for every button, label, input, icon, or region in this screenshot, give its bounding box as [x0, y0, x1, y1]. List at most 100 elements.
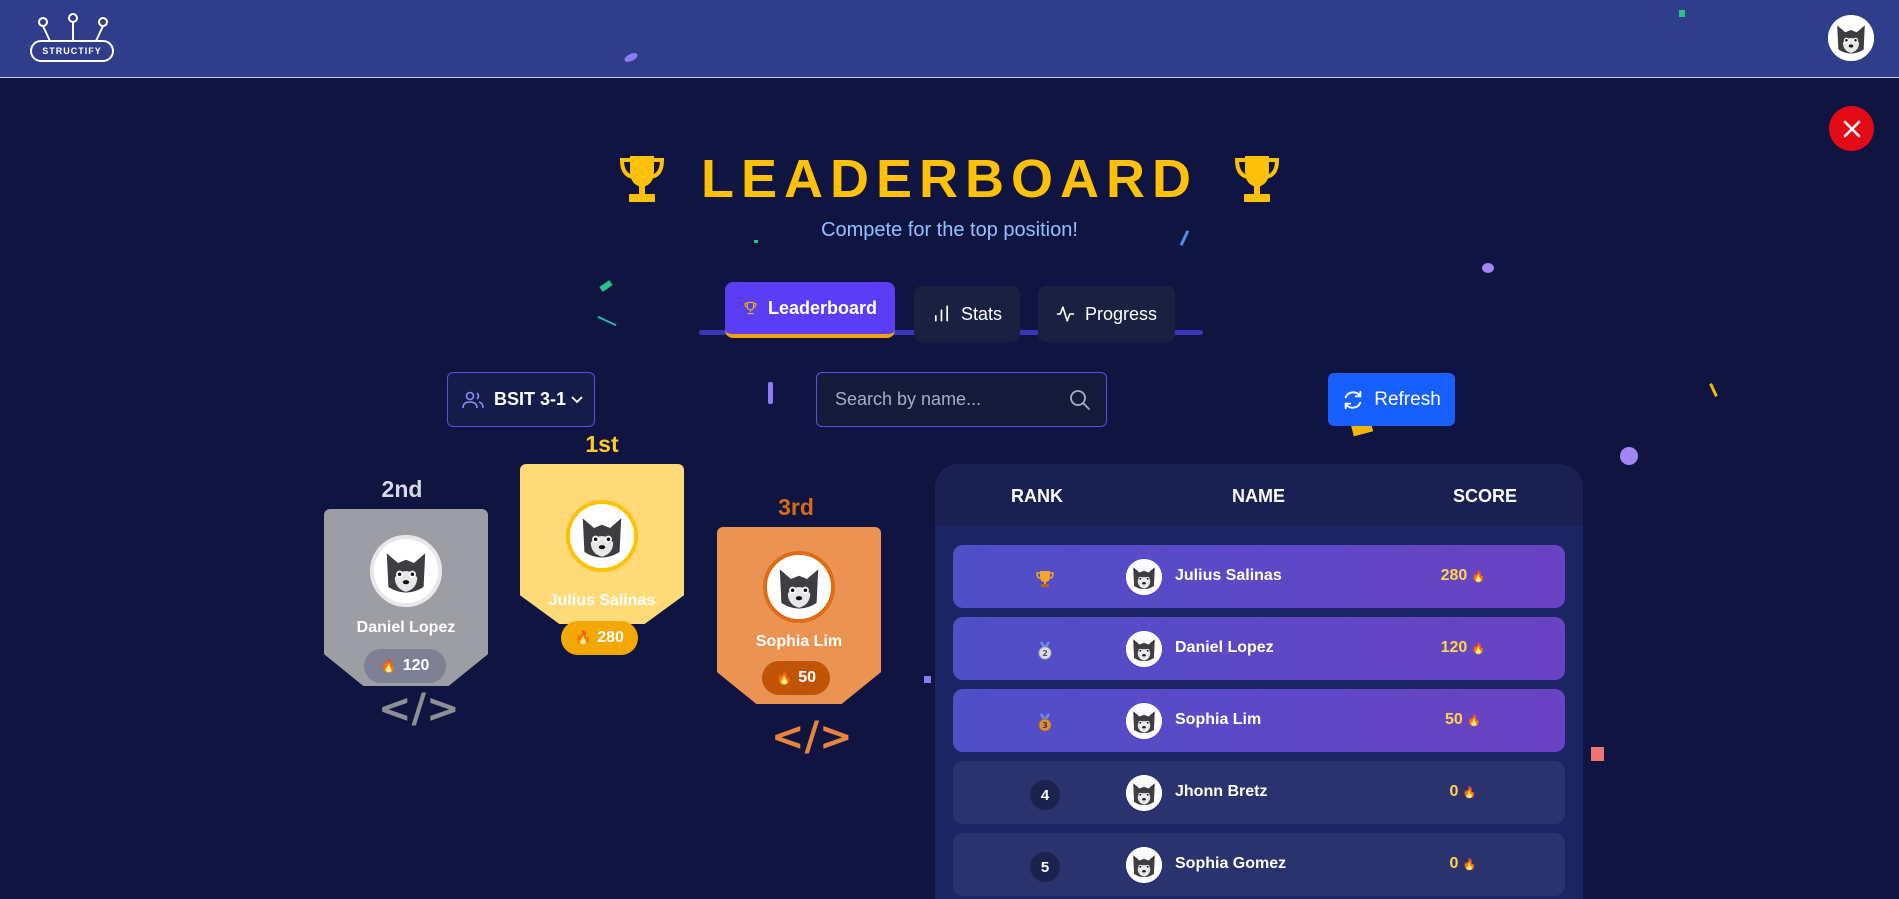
third-place-label: 3rd	[778, 494, 814, 520]
player-score: 0 🔥	[1423, 783, 1503, 801]
refresh-button[interactable]: Refresh	[1328, 373, 1455, 426]
refresh-label: Refresh	[1374, 388, 1441, 410]
confetti-piece	[924, 676, 931, 683]
chevron-down-icon	[571, 395, 583, 403]
header-name: NAME	[1232, 486, 1285, 506]
header-rank: RANK	[1011, 486, 1063, 506]
score-value: 120	[1440, 639, 1468, 656]
confetti-piece	[599, 280, 613, 292]
table-row[interactable]: 2 Daniel Lopez 120 🔥	[953, 617, 1565, 680]
refresh-icon	[1344, 390, 1362, 409]
confetti-piece	[1679, 10, 1685, 17]
rank-number: 5	[1030, 852, 1060, 882]
fire-icon: 🔥	[1462, 786, 1477, 799]
users-icon	[462, 391, 484, 408]
podium-score-value: 50	[798, 669, 816, 686]
podium-third: Sophia Lim 🔥 50	[717, 527, 881, 704]
confetti-piece	[1591, 747, 1604, 761]
trophy-icon	[1234, 156, 1280, 202]
bronze-medal-icon: 3	[1030, 708, 1060, 738]
avatar	[1126, 559, 1162, 595]
table-row[interactable]: Julius Salinas 280 🔥	[953, 545, 1565, 608]
confetti-piece	[768, 382, 773, 404]
trophy-icon	[619, 156, 664, 202]
code-icon: </>	[771, 714, 853, 760]
top-navbar: STRUCTIFY	[0, 0, 1899, 78]
player-score: 280 🔥	[1423, 567, 1503, 585]
fire-icon: 🔥	[1467, 714, 1481, 727]
table-row[interactable]: 3 Sophia Lim 50 🔥	[953, 689, 1565, 752]
svg-text:2: 2	[1042, 649, 1048, 658]
rank-trophy-icon	[1030, 564, 1060, 594]
tab-label: Progress	[1084, 303, 1157, 324]
podium-avatar	[763, 551, 835, 623]
score-value: 0	[1449, 855, 1459, 872]
svg-text:3: 3	[1042, 721, 1048, 730]
page-subtitle: Compete for the top position!	[821, 219, 1078, 241]
player-name: Daniel Lopez	[1175, 639, 1274, 656]
logo-text: STRUCTIFY	[30, 40, 114, 62]
player-score: 0 🔥	[1423, 855, 1503, 873]
tab-label: Leaderboard	[767, 297, 877, 318]
search-box	[816, 372, 1107, 427]
podium-name: Julius Salinas	[548, 592, 656, 609]
podium-name: Daniel Lopez	[356, 619, 456, 636]
player-score: 50 🔥	[1423, 711, 1503, 729]
rank-number: 4	[1030, 780, 1060, 810]
tab-label: Stats	[960, 303, 1002, 324]
silver-medal-icon: 2	[1030, 636, 1060, 666]
podium-avatar	[566, 500, 638, 572]
tab-progress[interactable]: Progress	[1038, 286, 1175, 342]
confetti-piece	[1709, 383, 1718, 397]
player-name: Jhonn Bretz	[1175, 783, 1268, 800]
fire-icon: 🔥	[776, 670, 793, 686]
score-value: 0	[1449, 783, 1459, 800]
fire-icon: 🔥	[1471, 642, 1486, 655]
user-avatar[interactable]	[1828, 15, 1874, 61]
title-row: LEADERBOARD	[0, 148, 1899, 210]
class-select-value: BSIT 3-1	[494, 389, 567, 409]
search-input[interactable]	[817, 373, 1057, 426]
player-name: Sophia Gomez	[1175, 855, 1287, 872]
structify-logo[interactable]: STRUCTIFY	[30, 13, 116, 63]
podium-score: 🔥 280	[561, 621, 638, 655]
class-select[interactable]: BSIT 3-1	[447, 372, 595, 427]
avatar	[1126, 703, 1162, 739]
search-icon[interactable]	[1068, 388, 1092, 412]
podium-score: 🔥 120	[364, 649, 446, 683]
fire-icon: 🔥	[1471, 570, 1486, 583]
podium-second: Daniel Lopez 🔥 120	[324, 509, 488, 686]
trophy-icon	[744, 301, 757, 315]
podium-name: Sophia Lim	[755, 633, 843, 650]
avatar	[1126, 775, 1162, 811]
podium-first: Julius Salinas	[520, 464, 684, 624]
activity-icon	[1056, 306, 1075, 322]
table-row[interactable]: 5 Sophia Gomez 0 🔥	[953, 833, 1565, 896]
tab-stats[interactable]: Stats	[914, 286, 1020, 342]
page-title: LEADERBOARD	[700, 149, 1198, 209]
leaderboard-table: RANK NAME SCORE Julius Salinas 280 🔥 2 D…	[935, 464, 1583, 899]
fire-icon: 🔥	[575, 630, 592, 646]
avatar	[1126, 847, 1162, 883]
player-name: Sophia Lim	[1175, 711, 1262, 728]
score-value: 50	[1445, 711, 1463, 728]
tab-leaderboard[interactable]: Leaderboard	[725, 282, 895, 338]
first-place-label: 1st	[585, 431, 619, 457]
fire-icon: 🔥	[1462, 858, 1477, 871]
table-row[interactable]: 4 Jhonn Bretz 0 🔥	[953, 761, 1565, 824]
fire-icon: 🔥	[380, 658, 397, 674]
podium-score: 🔥 50	[762, 661, 830, 695]
close-button[interactable]	[1829, 106, 1874, 151]
player-name: Julius Salinas	[1175, 567, 1282, 584]
score-value: 280	[1440, 567, 1468, 584]
player-score: 120 🔥	[1423, 639, 1503, 657]
podium-score-value: 280	[597, 629, 624, 646]
confetti-piece	[1482, 263, 1494, 273]
bar-chart-icon	[934, 305, 949, 322]
close-icon	[1843, 120, 1860, 137]
avatar	[1126, 631, 1162, 667]
podium-score-value: 120	[402, 657, 430, 674]
logo-network-icon	[38, 13, 108, 42]
confetti-piece	[1620, 447, 1638, 465]
podium-avatar	[370, 535, 442, 607]
